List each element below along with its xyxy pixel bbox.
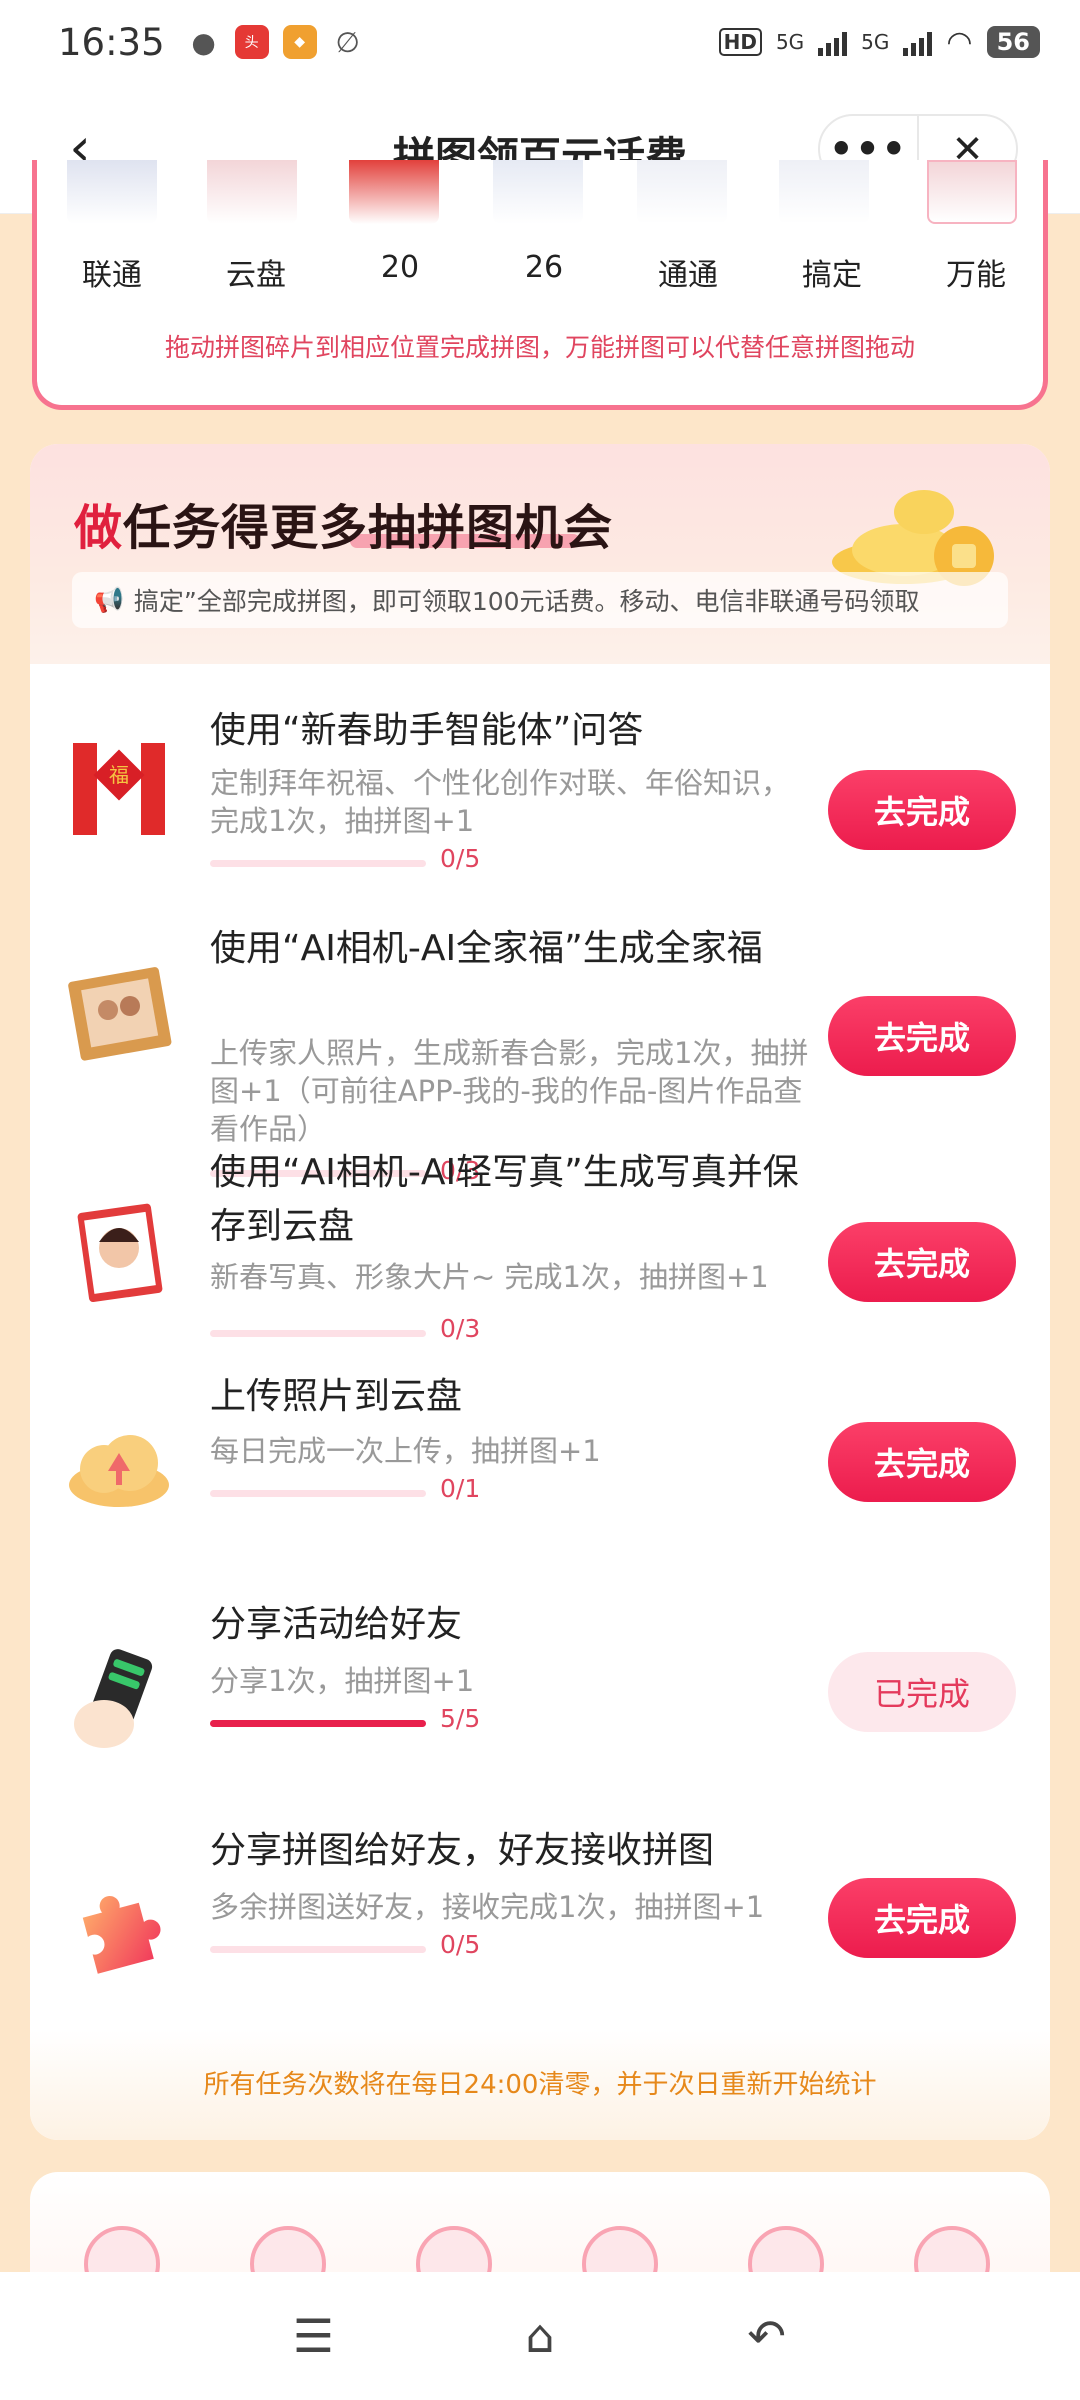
- puzzle-hint: 拖动拼图碎片到相应位置完成拼图，万能拼图可以代替任意拼图拖动: [164, 333, 915, 362]
- task-progress-bar: [210, 1720, 426, 1727]
- piece-label: 搞定: [802, 258, 862, 293]
- hd-indicator: HD: [718, 28, 762, 56]
- cloud-upload-icon: [64, 1416, 174, 1526]
- puzzle-piece-labels: 联通 云盘 20 26 通通 搞定 万能: [37, 250, 1043, 300]
- task-progress-text: 0/1: [440, 1474, 481, 1503]
- puzzle-piece-thumb[interactable]: [493, 160, 583, 224]
- task-desc: 上传家人照片，生成新春合影，完成1次，抽拼图+1（可前往APP-我的-我的作品-…: [210, 1036, 809, 1146]
- family-photo-icon: [64, 960, 174, 1070]
- back-arrow-icon: ↶: [747, 2309, 786, 2363]
- piece-label: 26: [524, 250, 564, 285]
- task-title: 分享拼图给好友，好友接收拼图: [210, 1830, 715, 1871]
- puzzle-piece-thumb[interactable]: [927, 160, 1017, 224]
- task-desc: 多余拼图送好友，接收完成1次，抽拼图+1: [210, 1890, 765, 1924]
- marquee-text: 搞定”全部完成拼图，即可领取100元话费。移动、电信非联通号码领取: [133, 587, 920, 616]
- task-desc: 每日完成一次上传，抽拼图+1: [210, 1434, 601, 1468]
- task-go-button[interactable]: 去完成: [828, 1878, 1016, 1958]
- task-progress-text: 0/5: [440, 844, 481, 873]
- status-bar: 16:35 ● 头 ◆ ∅ HD 5G 5G ◠ 56: [0, 0, 1080, 84]
- system-nav-bar: ☰ ⌂ ↶: [0, 2272, 1080, 2400]
- task-desc: 分享1次，抽拼图+1: [210, 1664, 475, 1698]
- status-time: 16:35: [58, 20, 165, 64]
- puzzle-pieces-panel: 联通 云盘 20 26 通通 搞定 万能 拖动拼图碎片到相应位置完成拼图，万能拼…: [32, 160, 1048, 410]
- task-title: 使用“AI相机-AI轻写真”生成写真并保存到云盘: [210, 1152, 799, 1247]
- puzzle-piece-thumb[interactable]: [67, 160, 157, 224]
- system-back-button[interactable]: ↶: [727, 2296, 807, 2376]
- link-app-icon: ∅: [335, 25, 360, 59]
- spring-couplet-icon: 福: [64, 734, 174, 844]
- task-card: 做任务得更多抽拼图机会 📢 搞定”全部完成拼图，即可领取100元话费。移动、电信…: [30, 444, 1050, 2140]
- task-section-header: 做任务得更多抽拼图机会 📢 搞定”全部完成拼图，即可领取100元话费。移动、电信…: [30, 444, 1050, 664]
- signal-icon: [818, 28, 848, 56]
- home-icon: ⌂: [525, 2309, 555, 2363]
- menu-button[interactable]: ☰: [273, 2296, 353, 2376]
- task-completed-button[interactable]: 已完成: [828, 1652, 1016, 1732]
- wifi-icon: ◠: [946, 24, 973, 60]
- news-app-icon: 头: [234, 25, 269, 59]
- signal-5g-label-1: 5G: [775, 30, 805, 54]
- task-title: 使用“新春助手智能体”问答: [210, 710, 644, 751]
- puzzle-piece-icon: [64, 1874, 174, 1984]
- puzzle-piece-thumb[interactable]: [779, 160, 869, 224]
- announcement-marquee: 📢 搞定”全部完成拼图，即可领取100元话费。移动、电信非联通号码领取: [72, 572, 1008, 628]
- puzzle-piece-thumb[interactable]: [349, 160, 439, 224]
- menu-icon: ☰: [292, 2309, 334, 2363]
- puzzle-piece-thumb[interactable]: [207, 160, 297, 224]
- task-progress-bar: [210, 860, 426, 867]
- task-desc: 定制拜年祝福、个性化创作对联、年俗知识，完成1次，抽拼图+1: [210, 766, 791, 838]
- battery-indicator: 56: [986, 26, 1040, 58]
- piece-label: 20: [380, 250, 420, 285]
- task-section-title: 做任务得更多抽拼图机会: [74, 500, 614, 556]
- piece-label: 联通: [82, 258, 142, 293]
- task-progress-text: 0/5: [440, 1930, 481, 1959]
- home-button[interactable]: ⌂: [500, 2296, 580, 2376]
- task-title: 分享活动给好友: [210, 1604, 463, 1645]
- signal-icon-2: [903, 28, 933, 56]
- piece-label: 云盘: [226, 258, 286, 293]
- status-indicators: HD 5G 5G ◠ 56: [718, 24, 1040, 60]
- puzzle-thumbs: [37, 160, 1043, 230]
- task-title: 使用“AI相机-AI全家福”生成全家福: [210, 928, 763, 969]
- piece-label: 通通: [658, 258, 718, 293]
- task-progress-text: 0/3: [440, 1314, 481, 1343]
- task-go-button[interactable]: 去完成: [828, 770, 1016, 850]
- puzzle-piece-thumb[interactable]: [637, 160, 727, 224]
- task-progress-bar: [210, 1490, 426, 1497]
- wechat-icon: ●: [191, 25, 216, 59]
- task-reset-notice: 所有任务次数将在每日24:00清零，并于次日重新开始统计: [30, 2030, 1050, 2140]
- piece-label: 万能: [946, 258, 1006, 293]
- portrait-photo-icon: [64, 1198, 174, 1308]
- svg-text:福: 福: [109, 763, 129, 787]
- phone-share-icon: [64, 1646, 174, 1756]
- status-app-icons: ● 头 ◆ ∅: [187, 25, 365, 59]
- task-progress-bar: [210, 1330, 426, 1337]
- task-progress-bar: [210, 1946, 426, 1953]
- task-desc: 新春写真、形象大片~ 完成1次，抽拼图+1: [210, 1260, 769, 1294]
- megaphone-icon: 📢: [94, 586, 124, 614]
- shop-app-icon: ◆: [282, 25, 317, 59]
- task-progress-text: 5/5: [440, 1704, 481, 1733]
- task-go-button[interactable]: 去完成: [828, 1422, 1016, 1502]
- task-title: 上传照片到云盘: [210, 1376, 463, 1417]
- task-go-button[interactable]: 去完成: [828, 996, 1016, 1076]
- task-go-button[interactable]: 去完成: [828, 1222, 1016, 1302]
- signal-5g-label-2: 5G: [861, 30, 890, 54]
